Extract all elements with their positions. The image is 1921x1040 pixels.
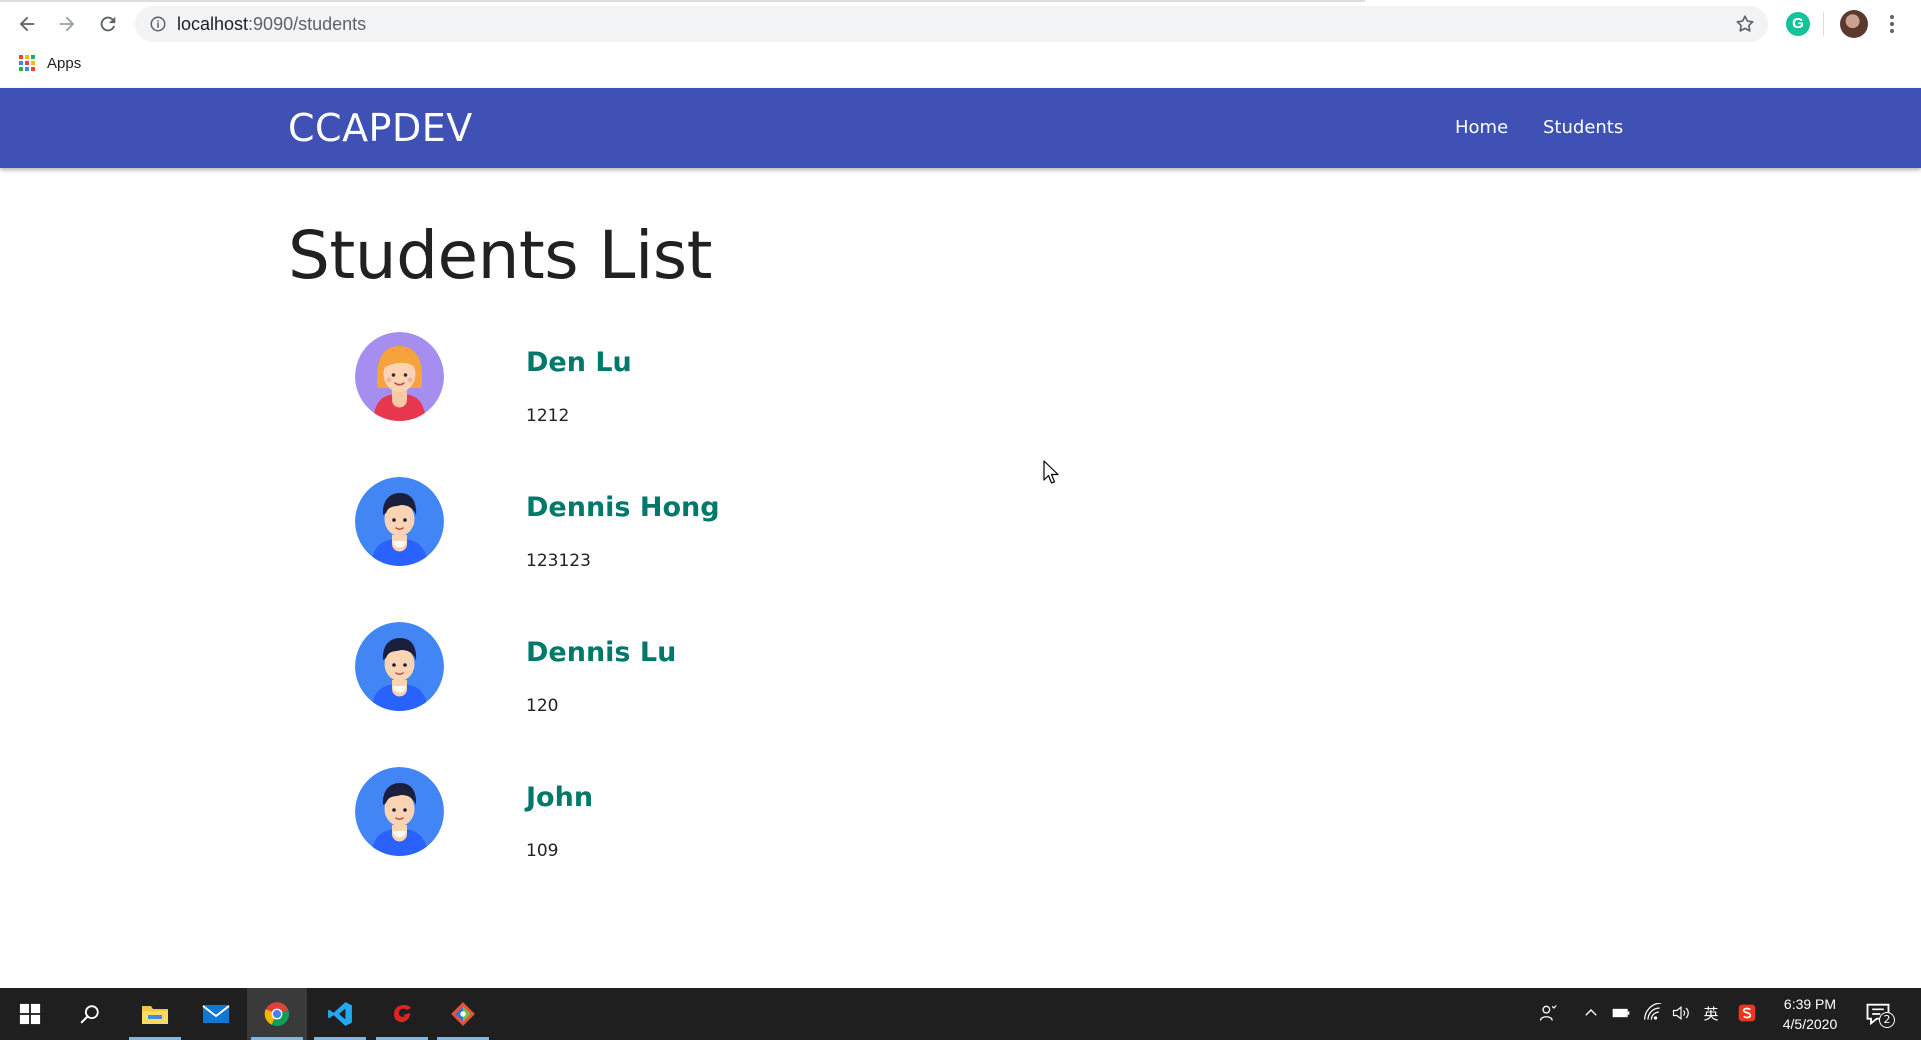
student-id: 1212 bbox=[526, 406, 570, 426]
student-item: Dennis Hong 123123 bbox=[355, 477, 1055, 571]
sourcetree-icon bbox=[451, 1002, 475, 1026]
volume-icon[interactable] bbox=[1670, 1002, 1692, 1024]
taskbar-mail[interactable] bbox=[186, 988, 246, 1040]
chevron-up-icon[interactable] bbox=[1580, 1002, 1602, 1024]
grammarly-extension-icon[interactable]: G bbox=[1786, 12, 1810, 36]
arrow-right-icon bbox=[59, 16, 75, 32]
vscode-icon bbox=[328, 1002, 352, 1026]
forward-button[interactable] bbox=[47, 7, 87, 41]
student-item: Dennis Lu 120 bbox=[355, 622, 1055, 716]
nav-link-students[interactable]: Students bbox=[1543, 116, 1623, 140]
taskbar-sourcetree[interactable] bbox=[433, 988, 493, 1040]
taskbar-vscode[interactable] bbox=[310, 988, 370, 1040]
address-bar[interactable]: localhost:9090/students bbox=[135, 6, 1768, 42]
student-name[interactable]: Dennis Lu bbox=[526, 636, 676, 670]
apps-grid-icon[interactable] bbox=[19, 55, 37, 73]
back-button[interactable] bbox=[7, 7, 47, 41]
page-load-bar bbox=[0, 0, 1365, 2]
male-avatar-icon bbox=[355, 767, 444, 856]
student-name[interactable]: Dennis Hong bbox=[526, 491, 720, 525]
nav-link-home[interactable]: Home bbox=[1455, 116, 1508, 140]
taskbar-search-button[interactable] bbox=[60, 988, 120, 1040]
clock-date: 4/5/2020 bbox=[1782, 1016, 1838, 1032]
apps-bookmark[interactable]: Apps bbox=[47, 52, 81, 76]
start-button[interactable] bbox=[0, 988, 60, 1040]
site-navbar: CCAPDEV Home Students bbox=[0, 88, 1921, 168]
reload-button[interactable] bbox=[88, 7, 128, 41]
student-name[interactable]: John bbox=[526, 781, 593, 815]
battery-icon[interactable] bbox=[1610, 1002, 1632, 1024]
sogou-ime-icon[interactable] bbox=[1736, 1002, 1758, 1024]
file-explorer-icon bbox=[142, 1006, 168, 1024]
search-icon bbox=[80, 1005, 99, 1024]
taskbar-chrome[interactable] bbox=[247, 988, 307, 1040]
taskbar-app-red[interactable] bbox=[372, 988, 432, 1040]
app-red-icon bbox=[394, 1005, 411, 1023]
reload-icon bbox=[100, 16, 116, 32]
chrome-icon bbox=[264, 1002, 290, 1026]
clock-time: 6:39 PM bbox=[1783, 996, 1837, 1012]
url-host: localhost bbox=[177, 14, 249, 34]
student-item: Den Lu 1212 bbox=[355, 332, 1055, 426]
brand-logo[interactable]: CCAPDEV bbox=[288, 106, 473, 150]
student-item: John 109 bbox=[355, 767, 1055, 861]
people-icon[interactable] bbox=[1537, 1002, 1559, 1024]
browser-menu-button[interactable] bbox=[1882, 10, 1902, 38]
student-id: 120 bbox=[526, 696, 559, 716]
star-icon[interactable] bbox=[1734, 13, 1756, 35]
toolbar-divider bbox=[1823, 12, 1824, 36]
url-path: :9090/students bbox=[248, 14, 367, 34]
wifi-icon[interactable] bbox=[1642, 1002, 1664, 1024]
taskbar-clock[interactable]: 6:39 PM 4/5/2020 bbox=[1760, 994, 1860, 1034]
windows-logo-icon bbox=[19, 1003, 41, 1025]
student-name[interactable]: Den Lu bbox=[526, 346, 632, 380]
screen: localhost:9090/students G Apps CCAPDEV H… bbox=[0, 0, 1921, 1040]
student-id: 109 bbox=[526, 841, 559, 861]
male-avatar-icon bbox=[355, 477, 444, 566]
page-title: Students List bbox=[288, 217, 713, 294]
female-avatar-icon bbox=[355, 332, 444, 421]
mail-icon bbox=[202, 1005, 230, 1023]
notification-count-badge: 2 bbox=[1879, 1012, 1895, 1028]
windows-taskbar: 英 6:39 PM 4/5/2020 2 bbox=[0, 988, 1921, 1040]
ime-indicator[interactable]: 英 bbox=[1700, 1002, 1722, 1024]
student-id: 123123 bbox=[526, 551, 591, 571]
male-avatar-icon bbox=[355, 622, 444, 711]
url-text[interactable]: localhost:9090/students bbox=[177, 6, 366, 42]
taskbar-file-explorer[interactable] bbox=[125, 988, 185, 1040]
info-icon[interactable] bbox=[149, 15, 167, 33]
arrow-left-icon bbox=[19, 16, 35, 32]
profile-avatar[interactable] bbox=[1840, 10, 1868, 38]
mouse-cursor-icon bbox=[1043, 460, 1059, 484]
bookmarks-bar bbox=[0, 48, 1921, 88]
